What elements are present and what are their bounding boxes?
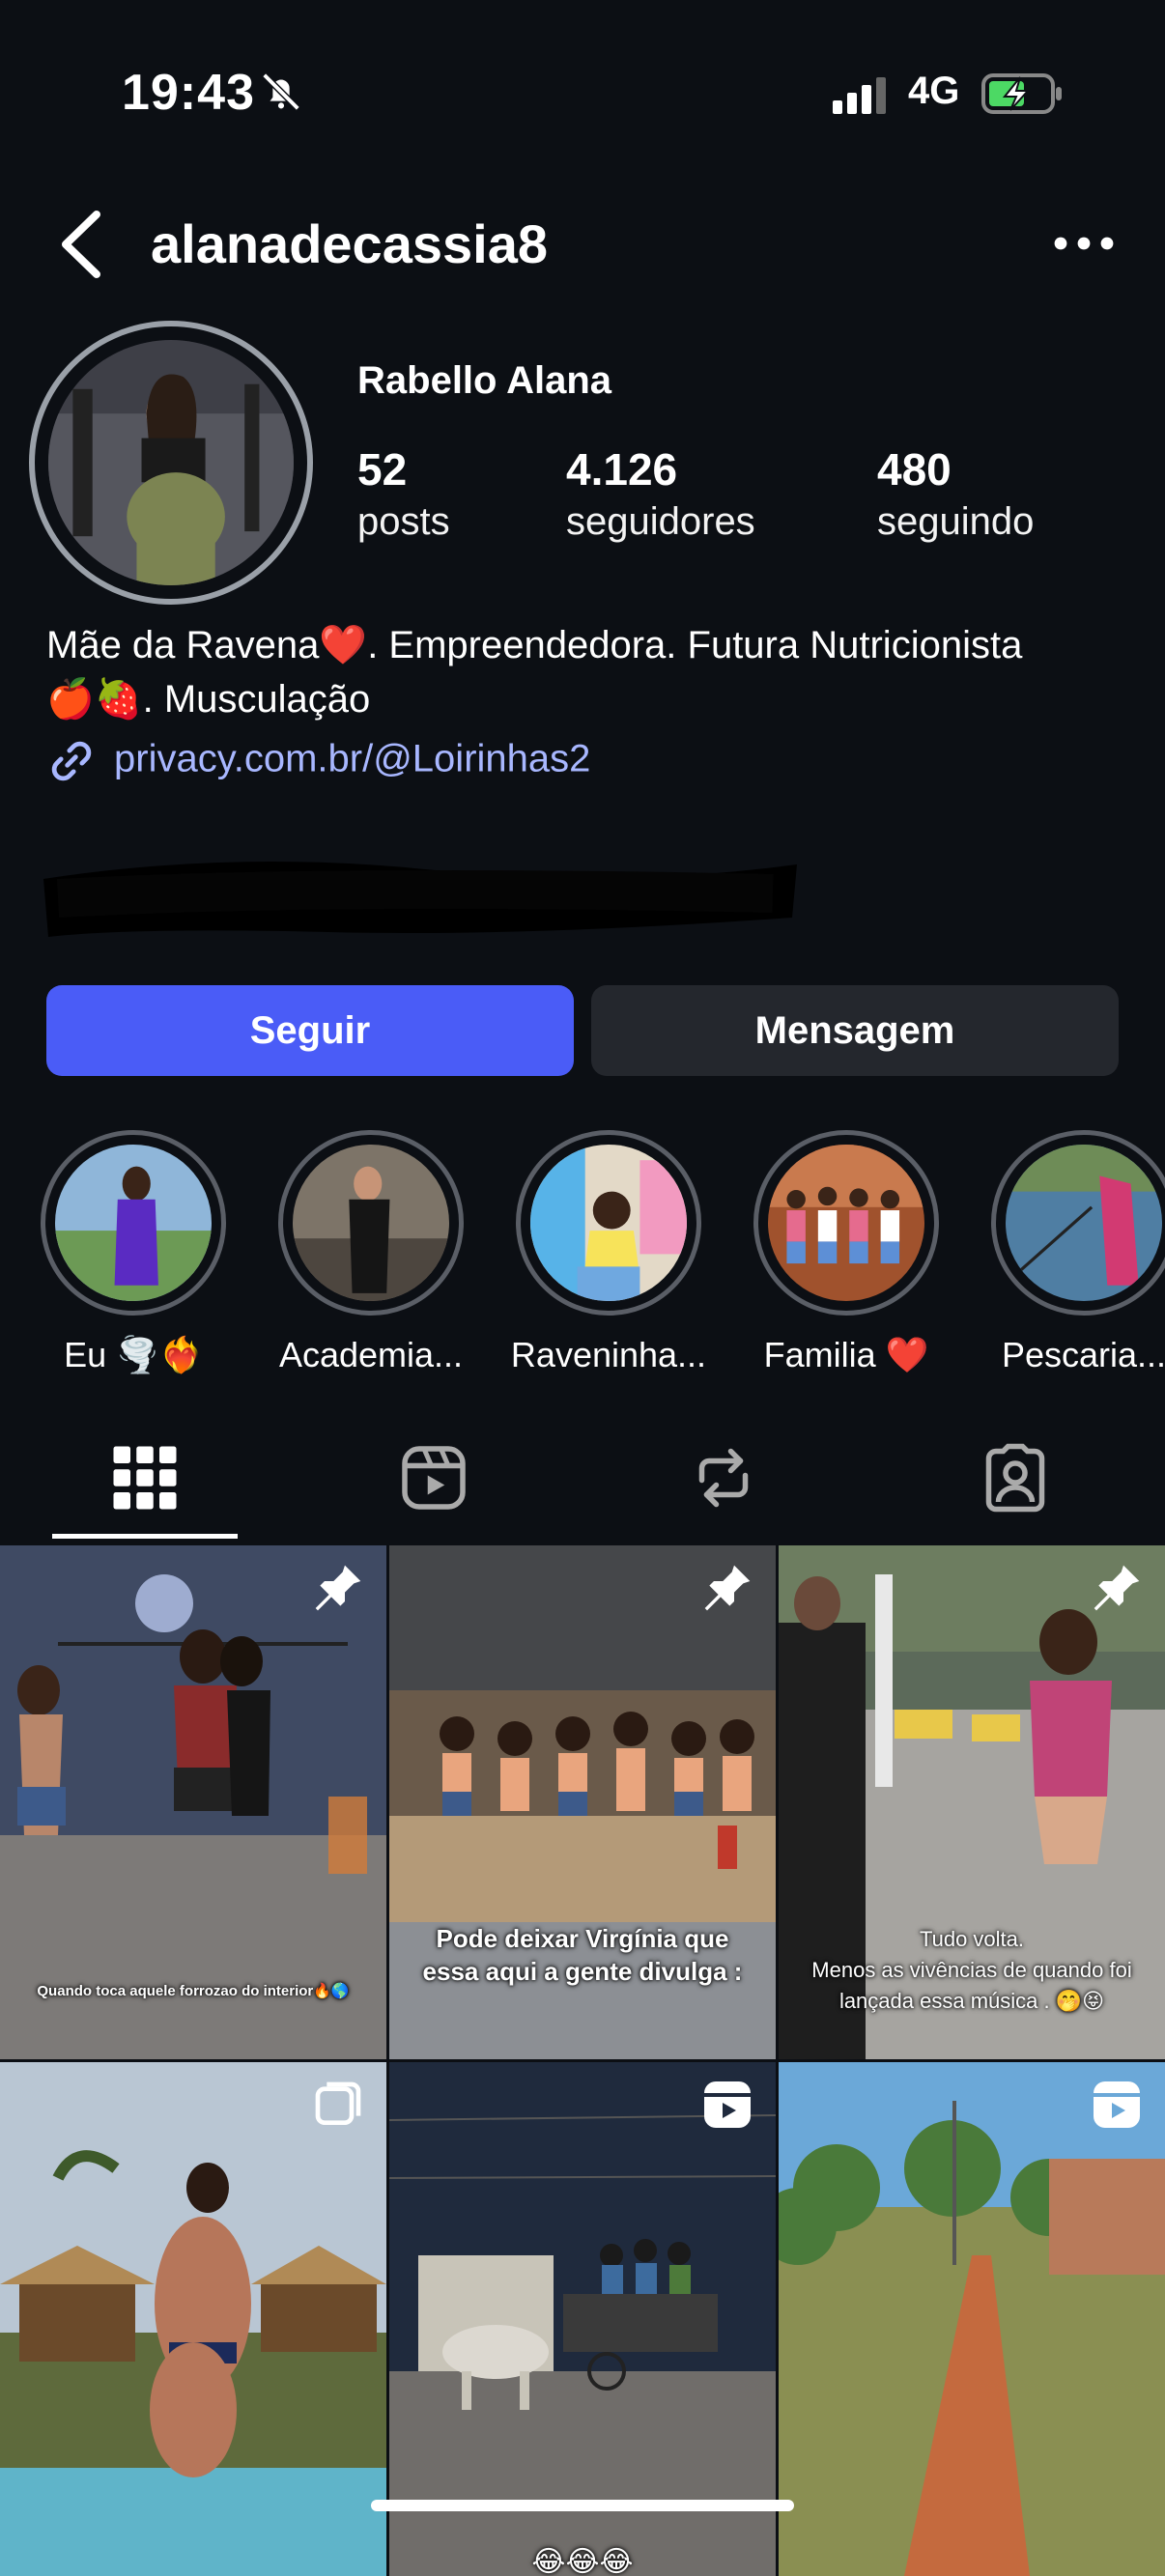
post-caption: Pode deixar Virgínia que essa aqui a gen… bbox=[422, 1924, 743, 1986]
stat-following-value: 480 bbox=[877, 444, 952, 495]
highlight-label: Familia ❤️ bbox=[763, 1335, 929, 1374]
highlight-cover bbox=[55, 1145, 212, 1301]
signal-icon bbox=[833, 77, 886, 114]
back-icon[interactable] bbox=[60, 211, 102, 278]
post-thumbnail[interactable]: Quando toca aquele forrozao do interior🔥… bbox=[0, 1545, 386, 2059]
message-button[interactable]: Mensagem bbox=[591, 985, 1119, 1076]
network-type: 4G bbox=[908, 70, 960, 112]
profile-link[interactable]: privacy.com.br/@Loirinhas2 bbox=[46, 736, 590, 786]
highlight-item[interactable]: Familia ❤️ bbox=[753, 1130, 939, 1375]
stat-following[interactable]: 480 seguindo bbox=[877, 442, 1034, 547]
highlight-label: Eu 🌪️❤️‍🔥 bbox=[64, 1335, 203, 1374]
stat-posts[interactable]: 52 posts bbox=[357, 442, 450, 547]
tagged-icon[interactable] bbox=[981, 1439, 1049, 1516]
stat-posts-label: posts bbox=[357, 500, 450, 543]
post-image bbox=[779, 2062, 1165, 2576]
redacted-scribble bbox=[43, 862, 797, 937]
bio-line-2: 🍎🍓. Musculação bbox=[46, 678, 371, 721]
post-caption-line-1: Tudo volta. bbox=[919, 1927, 1025, 1951]
pin-icon bbox=[1094, 1565, 1140, 1611]
stat-following-label: seguindo bbox=[877, 500, 1035, 543]
stat-followers-label: seguidores bbox=[566, 500, 755, 543]
highlight-label: Raveninha... bbox=[510, 1335, 707, 1374]
avatar-photo bbox=[48, 340, 294, 585]
pin-icon bbox=[704, 1565, 751, 1611]
highlight-item[interactable]: Academia... bbox=[278, 1130, 464, 1375]
follow-button[interactable]: Seguir bbox=[46, 985, 574, 1076]
more-options-icon[interactable] bbox=[1053, 224, 1115, 263]
post-thumbnail[interactable]: Tudo volta. Menos as vivências de quando… bbox=[779, 1545, 1165, 2059]
link-icon bbox=[51, 741, 92, 781]
profile-avatar[interactable] bbox=[29, 321, 313, 605]
post-thumbnail[interactable]: Pode deixar Virgínia que essa aqui a gen… bbox=[389, 1545, 776, 2059]
battery-charging-icon bbox=[981, 73, 1062, 114]
post-thumbnail[interactable] bbox=[0, 2062, 386, 2576]
stat-posts-value: 52 bbox=[357, 444, 408, 495]
highlight-label: Pescaria... bbox=[1001, 1335, 1165, 1374]
grid-icon[interactable] bbox=[111, 1439, 179, 1516]
post-caption: Quando toca aquele forrozao do interior🔥… bbox=[37, 1983, 350, 1999]
carousel-icon bbox=[315, 2081, 361, 2125]
profile-username: alanadecassia8 bbox=[151, 213, 548, 274]
highlight-cover bbox=[293, 1145, 449, 1301]
stat-followers[interactable]: 4.126 seguidores bbox=[566, 442, 755, 547]
home-indicator[interactable] bbox=[371, 2500, 794, 2511]
reels-icon[interactable] bbox=[400, 1439, 468, 1516]
profile-link-text: privacy.com.br/@Loirinhas2 bbox=[114, 737, 591, 780]
stat-followers-value: 4.126 bbox=[566, 444, 678, 495]
highlight-item[interactable]: Eu 🌪️❤️‍🔥 bbox=[41, 1130, 226, 1375]
silent-bell-icon bbox=[262, 72, 300, 111]
highlight-cover bbox=[530, 1145, 687, 1301]
post-image bbox=[0, 2062, 386, 2576]
post-caption-line-2: Menos as vivências de quando foi lançada… bbox=[811, 1958, 1132, 2013]
reels-badge-icon bbox=[704, 2081, 751, 2128]
highlight-item[interactable]: Raveninha... bbox=[511, 1130, 706, 1375]
active-tab-indicator bbox=[52, 1534, 238, 1539]
display-name: Rabello Alana bbox=[357, 359, 612, 402]
status-time: 19:43 bbox=[122, 65, 255, 121]
highlight-label: Academia... bbox=[278, 1335, 464, 1374]
pin-icon bbox=[315, 1565, 361, 1611]
post-thumbnail[interactable] bbox=[779, 2062, 1165, 2576]
profile-bio: Mãe da Ravena❤️. Empreendedora. Futura N… bbox=[46, 618, 1128, 726]
repost-icon[interactable] bbox=[690, 1439, 757, 1516]
highlight-cover bbox=[768, 1145, 924, 1301]
post-caption: 😂😂😂 bbox=[531, 2546, 634, 2576]
highlight-cover bbox=[1006, 1145, 1162, 1301]
reels-badge-icon bbox=[1094, 2081, 1140, 2128]
highlight-item[interactable]: Pescaria... bbox=[991, 1130, 1165, 1375]
bio-line-1: Mãe da Ravena❤️. Empreendedora. Futura N… bbox=[46, 624, 1023, 666]
